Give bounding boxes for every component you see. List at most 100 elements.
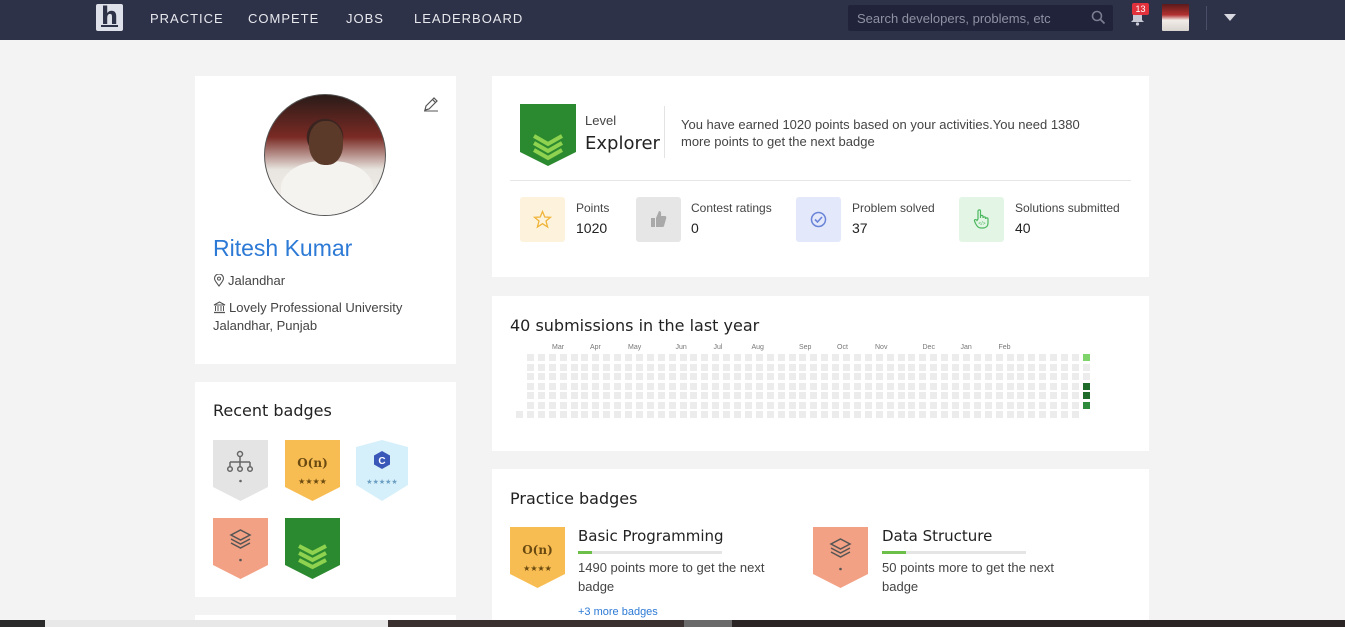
heatmap-cell[interactable] [810, 411, 818, 418]
heatmap-cell[interactable] [788, 382, 796, 390]
heatmap-cell[interactable] [690, 382, 698, 390]
heatmap-cell[interactable] [657, 363, 665, 371]
heatmap-cell[interactable] [679, 411, 687, 418]
heatmap-cell[interactable] [1061, 354, 1068, 361]
heatmap-cell[interactable] [657, 382, 665, 390]
heatmap-cell[interactable] [614, 401, 622, 409]
heatmap-cell[interactable] [1082, 392, 1090, 399]
heatmap-cell[interactable] [668, 411, 676, 418]
heatmap-cell[interactable] [810, 392, 818, 399]
heatmap-cell[interactable] [930, 373, 938, 380]
heatmap-cell[interactable] [570, 382, 578, 390]
heatmap-cell[interactable] [1050, 401, 1058, 409]
heatmap-cell[interactable] [625, 373, 632, 380]
heatmap-cell[interactable] [1017, 354, 1025, 361]
heatmap-cell[interactable] [723, 363, 731, 371]
heatmap-cell[interactable] [603, 354, 611, 361]
heatmap-cell[interactable] [941, 401, 949, 409]
heatmap-cell[interactable] [581, 411, 589, 418]
heatmap-cell[interactable] [668, 354, 676, 361]
heatmap-cell[interactable] [908, 382, 916, 390]
heatmap-cell[interactable] [657, 401, 665, 409]
heatmap-cell[interactable] [614, 373, 622, 380]
heatmap-cell[interactable] [635, 363, 643, 371]
heatmap-cell[interactable] [995, 373, 1003, 380]
heatmap-cell[interactable] [1028, 373, 1036, 380]
heatmap-cell[interactable] [657, 354, 665, 361]
heatmap-cell[interactable] [537, 354, 545, 361]
heatmap-cell[interactable] [526, 411, 534, 418]
heatmap-cell[interactable] [581, 382, 589, 390]
heatmap-cell[interactable] [995, 411, 1003, 418]
heatmap-cell[interactable] [875, 382, 883, 390]
heatmap-cell[interactable] [1039, 363, 1047, 371]
heatmap-cell[interactable] [766, 401, 774, 409]
heatmap-cell[interactable] [657, 392, 665, 399]
heatmap-cell[interactable] [799, 382, 807, 390]
nav-leaderboard[interactable]: LEADERBOARD [414, 11, 523, 26]
heatmap-cell[interactable] [603, 392, 611, 399]
heatmap-cell[interactable] [810, 354, 818, 361]
heatmap-cell[interactable] [603, 382, 611, 390]
heatmap-cell[interactable] [690, 373, 698, 380]
heatmap-cell[interactable] [941, 392, 949, 399]
heatmap-cell[interactable] [592, 373, 600, 380]
heatmap-cell[interactable] [1071, 363, 1079, 371]
heatmap-cell[interactable] [777, 401, 785, 409]
heatmap-cell[interactable] [701, 401, 709, 409]
heatmap-cell[interactable] [930, 363, 938, 371]
heatmap-cell[interactable] [930, 382, 938, 390]
heatmap-cell[interactable] [592, 382, 600, 390]
heatmap-cell[interactable] [1028, 411, 1036, 418]
heatmap-cell[interactable] [526, 392, 534, 399]
heatmap-cell[interactable] [1071, 392, 1079, 399]
heatmap-cell[interactable] [723, 411, 731, 418]
heatmap-cell[interactable] [712, 392, 720, 399]
heatmap-cell[interactable] [1017, 401, 1025, 409]
heatmap-cell[interactable] [712, 382, 720, 390]
heatmap-cell[interactable] [995, 363, 1003, 371]
heatmap-cell[interactable] [1017, 363, 1025, 371]
heatmap-cell[interactable] [581, 373, 589, 380]
heatmap-cell[interactable] [635, 382, 643, 390]
heatmap-cell[interactable] [777, 411, 785, 418]
heatmap-cell[interactable] [744, 363, 752, 371]
badge-complexity-icon[interactable]: O(n) ★★★★ [285, 440, 340, 501]
heatmap-cell[interactable] [592, 354, 600, 361]
heatmap-cell[interactable] [734, 392, 741, 399]
heatmap-cell[interactable] [668, 392, 676, 399]
heatmap-cell[interactable] [548, 392, 556, 399]
heatmap-cell[interactable] [679, 373, 687, 380]
heatmap-cell[interactable] [875, 401, 883, 409]
heatmap-cell[interactable] [701, 411, 709, 418]
heatmap-cell[interactable] [952, 401, 959, 409]
heatmap-cell[interactable] [766, 363, 774, 371]
heatmap-cell[interactable] [755, 411, 763, 418]
heatmap-cell[interactable] [625, 354, 632, 361]
heatmap-cell[interactable] [592, 411, 600, 418]
heatmap-cell[interactable] [657, 411, 665, 418]
heatmap-cell[interactable] [690, 363, 698, 371]
heatmap-cell[interactable] [995, 382, 1003, 390]
heatmap-cell[interactable] [788, 401, 796, 409]
heatmap-cell[interactable] [690, 411, 698, 418]
nav-practice[interactable]: PRACTICE [150, 11, 224, 26]
heatmap-cell[interactable] [537, 401, 545, 409]
heatmap-cell[interactable] [559, 373, 567, 380]
heatmap-cell[interactable] [984, 411, 992, 418]
heatmap-cell[interactable] [777, 363, 785, 371]
heatmap-cell[interactable] [548, 363, 556, 371]
heatmap-cell[interactable] [799, 363, 807, 371]
hackerearth-logo[interactable]: h [96, 2, 123, 31]
heatmap-cell[interactable] [886, 411, 894, 418]
heatmap-cell[interactable] [755, 392, 763, 399]
heatmap-cell[interactable] [559, 411, 567, 418]
heatmap-cell[interactable] [1017, 382, 1025, 390]
heatmap-cell[interactable] [646, 411, 654, 418]
heatmap-cell[interactable] [919, 401, 927, 409]
heatmap-cell[interactable] [516, 411, 523, 418]
heatmap-cell[interactable] [744, 382, 752, 390]
heatmap-cell[interactable] [581, 363, 589, 371]
heatmap-cell[interactable] [625, 411, 632, 418]
search-icon[interactable] [1091, 10, 1106, 30]
